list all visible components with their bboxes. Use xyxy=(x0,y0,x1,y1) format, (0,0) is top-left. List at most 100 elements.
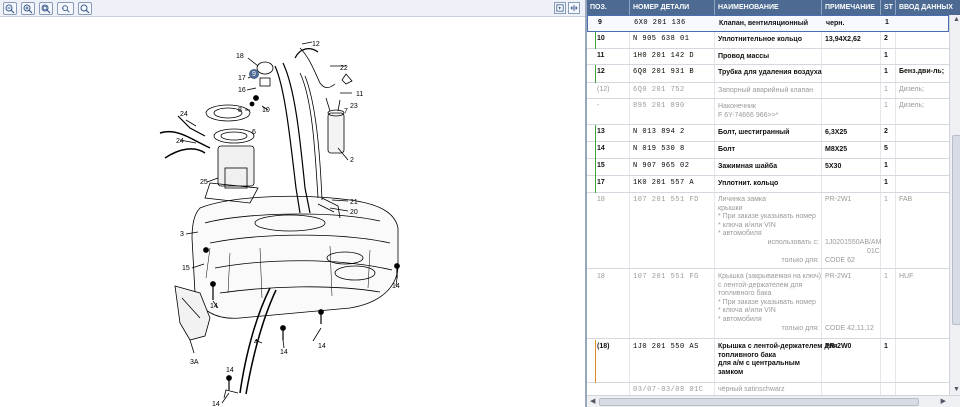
row-pos: 14 xyxy=(597,145,605,152)
table-row[interactable]: 11 1H0 201 142 D Провод массы 1 xyxy=(587,49,949,65)
parts-diagram: 18 12 17 16 9 10 11 7 24 8 6 24 25 2 21 … xyxy=(0,18,585,407)
col-header-st[interactable]: ST xyxy=(881,0,896,15)
row-input xyxy=(896,49,949,52)
callout-14f: 14 xyxy=(226,367,234,374)
table-row[interactable]: 12 6Q0 201 931 B Трубка для удаления возду… xyxy=(587,65,949,83)
row-part-number[interactable]: 1H0 201 142 D xyxy=(630,49,715,60)
table-row[interactable]: 15 N 907 965 02 Зажимная шайба 5X30 1 xyxy=(587,159,949,176)
row-st: 1 xyxy=(884,162,888,169)
col-header-pos[interactable]: ПОЗ. xyxy=(587,0,630,15)
callout-8: 8 xyxy=(238,107,242,114)
row-note: M8X25 xyxy=(825,146,848,153)
callout-6: 6 xyxy=(252,129,256,136)
col-header-note[interactable]: ПРИМЕЧАНИЕ xyxy=(822,0,881,15)
vertical-scrollbar[interactable]: ▲ ▼ xyxy=(949,15,960,395)
table-row[interactable]: (12) 6Q0 201 752 Запорный аварийный клапан… xyxy=(587,83,949,99)
row-part-number[interactable]: 6Q0 201 752 xyxy=(630,83,715,94)
horizontal-scrollbar[interactable]: ◀ ▶ xyxy=(587,395,960,407)
table-row[interactable]: 14 N 019 530 8 Болт M8X25 5 xyxy=(587,142,949,159)
row-st: 2 xyxy=(884,35,888,42)
callout-24b: 24 xyxy=(176,138,184,145)
row-input xyxy=(896,176,949,179)
row-name: Уплотнительное кольцо xyxy=(718,36,802,43)
row-part-number[interactable]: N 013 894 2 xyxy=(630,125,715,136)
row-st: 1 xyxy=(884,273,888,280)
row-st: 1 xyxy=(885,19,889,26)
callout-12: 12 xyxy=(312,41,320,48)
row-pos: 10 xyxy=(597,35,605,42)
callout-4: 4 xyxy=(254,339,258,346)
use-with-value: 1J0201550AB/AM xyxy=(825,239,882,246)
col-header-name[interactable]: НАИМЕНОВАНИЕ xyxy=(715,0,822,15)
row-input: Дизель; xyxy=(899,86,925,93)
row-part-number[interactable]: 1K0 201 557 A xyxy=(630,176,715,187)
row-name: Провод массы xyxy=(718,53,770,60)
row-note: PR-2W1 xyxy=(825,196,852,203)
row-input xyxy=(896,125,949,128)
row-part-number[interactable]: 1J0 201 550 AS xyxy=(630,340,715,351)
zoom-window-icon[interactable] xyxy=(57,2,74,15)
pointer-icon[interactable] xyxy=(554,2,566,14)
col-header-input[interactable]: ВВОД ДАННЫХ xyxy=(896,0,960,15)
row-part-number[interactable]: N 905 638 01 xyxy=(630,32,715,43)
row-st: 2 xyxy=(884,128,888,135)
table-row-18-fg[interactable]: 18 107 201 551 FG Крышка (закрываемая на… xyxy=(587,270,949,339)
scroll-up-icon[interactable]: ▲ xyxy=(953,15,960,25)
row-name: Наконечник F 6Y-74666 966>>* xyxy=(718,103,779,119)
row-pos: 15 xyxy=(597,162,605,169)
table-row-partial[interactable]: 03/07-03/08 01C чёрный satinschwarz xyxy=(587,383,949,395)
callout-22: 22 xyxy=(340,65,348,72)
row-part-number[interactable]: N 019 530 8 xyxy=(630,142,715,153)
callout-14e: 14 xyxy=(212,401,220,407)
row-note xyxy=(822,83,881,86)
row-input: HUF xyxy=(899,273,914,280)
zoom-out-icon[interactable] xyxy=(3,2,17,15)
callout-16: 16 xyxy=(238,87,246,94)
scroll-down-icon[interactable]: ▼ xyxy=(953,385,960,395)
table-row[interactable]: 13 N 013 894 2 Болт, шестигранный 6,3X25 2 xyxy=(587,125,949,142)
col-header-number[interactable]: НОМЕР ДЕТАЛИ xyxy=(630,0,715,15)
callout-14d: 14 xyxy=(280,349,288,356)
only-for-value: CODE 42,11,12 xyxy=(825,325,874,332)
row-input xyxy=(896,32,949,35)
table-row[interactable]: 9 6X0 201 136 Клапан, вентиляционный черн. 1 xyxy=(587,15,949,32)
scroll-right-icon[interactable]: ▶ xyxy=(941,397,946,407)
row-note xyxy=(822,49,881,52)
diagram-toolbar xyxy=(0,0,585,17)
row-note: 13,94X2,62 xyxy=(825,36,861,43)
callout-11: 11 xyxy=(356,91,363,98)
row-pos: - xyxy=(597,102,600,109)
row-name: Зажимная шайба xyxy=(718,163,778,170)
row-part-number[interactable]: 895 201 890 xyxy=(630,99,715,110)
row-part-number[interactable]: 6Q0 201 931 B xyxy=(630,65,715,76)
callout-10: 10 xyxy=(262,107,270,114)
table-row-18-fd[interactable]: 18 107 201 551 FD Личинка замка крышки *… xyxy=(587,193,949,269)
row-input xyxy=(896,159,949,162)
callout-18: 18 xyxy=(236,53,244,60)
row-input: Бенз.дви-ль; xyxy=(899,68,945,75)
row-note: 6,3X25 xyxy=(825,129,848,136)
row-part-number[interactable]: 107 201 551 FD xyxy=(630,193,715,204)
row-name: Болт xyxy=(718,146,736,153)
callout-14b: 14 xyxy=(392,283,400,290)
vertical-scroll-thumb[interactable] xyxy=(952,135,960,325)
callout-24a: 24 xyxy=(180,111,188,118)
table-row[interactable]: 10 N 905 638 01 Уплотнительное кольцо 13,94… xyxy=(587,32,949,49)
row-part-number[interactable]: 03/07-03/08 01C xyxy=(630,383,715,394)
row-part-number[interactable]: N 907 965 02 xyxy=(630,159,715,170)
callout-14a: 14 xyxy=(210,303,218,310)
table-row[interactable]: - 895 201 890 Наконечник F 6Y-74666 966>>* 1… xyxy=(587,99,949,125)
table-row[interactable]: 17 1K0 201 557 A Уплотнит. кольцо 1 xyxy=(587,176,949,193)
row-part-number[interactable]: 6X0 201 136 xyxy=(631,16,716,27)
horizontal-scroll-thumb[interactable] xyxy=(599,398,919,406)
fit-page-icon[interactable] xyxy=(568,2,580,14)
zoom-fit-icon[interactable] xyxy=(39,2,53,15)
row-part-number[interactable]: 107 201 551 FG xyxy=(630,270,715,281)
row-pos: 11 xyxy=(597,52,605,59)
row-name: Запорный аварийный клапан xyxy=(718,87,814,94)
search-icon[interactable] xyxy=(78,2,92,15)
scroll-left-icon[interactable]: ◀ xyxy=(590,397,595,407)
row-pos: 13 xyxy=(597,128,605,135)
zoom-in-icon[interactable] xyxy=(21,2,35,15)
table-row-18-as[interactable]: (18) 1J0 201 550 AS Крышка с лентой-держ… xyxy=(587,340,949,383)
